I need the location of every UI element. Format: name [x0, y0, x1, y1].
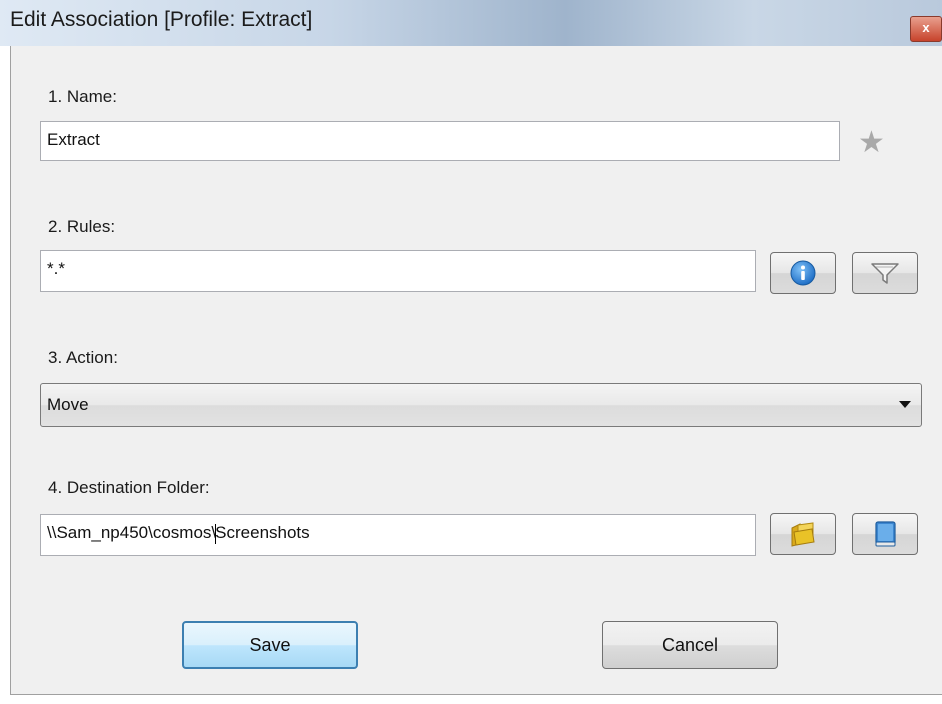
filter-icon: [871, 263, 899, 284]
info-icon: [790, 260, 816, 286]
rules-filter-button[interactable]: [852, 252, 918, 294]
name-label: 1. Name:: [48, 87, 117, 106]
folder-icon: [791, 522, 815, 547]
action-select[interactable]: Move: [40, 383, 922, 427]
action-select-value: Move: [47, 395, 89, 414]
star-icon[interactable]: ★: [858, 128, 885, 158]
chevron-down-icon: [899, 401, 911, 408]
cancel-button[interactable]: Cancel: [602, 621, 778, 669]
browse-folder-button[interactable]: [770, 513, 836, 555]
title-bar: Edit Association [Profile: Extract] x: [0, 0, 942, 46]
destination-label: 4. Destination Folder:: [48, 478, 210, 497]
close-button[interactable]: x: [910, 16, 942, 42]
book-icon: [875, 521, 896, 547]
rules-info-button[interactable]: [770, 252, 836, 294]
name-input-value: Extract: [47, 130, 100, 149]
destination-value-suffix: Screenshots: [215, 523, 310, 542]
name-input[interactable]: Extract: [40, 121, 840, 161]
window-title: Edit Association [Profile: Extract]: [10, 8, 313, 31]
rules-input[interactable]: *.*: [40, 250, 756, 292]
destination-value-prefix: \\Sam_np450\cosmos\: [47, 523, 217, 542]
rules-input-value: *.*: [47, 259, 65, 278]
rules-label: 2. Rules:: [48, 217, 116, 236]
library-button[interactable]: [852, 513, 918, 555]
save-button[interactable]: Save: [182, 621, 358, 669]
action-label: 3. Action:: [48, 348, 118, 367]
destination-input[interactable]: \\Sam_np450\cosmos\Screenshots: [40, 514, 756, 556]
edit-association-dialog: Edit Association [Profile: Extract] x 1.…: [0, 0, 942, 700]
close-icon: x: [922, 20, 930, 35]
